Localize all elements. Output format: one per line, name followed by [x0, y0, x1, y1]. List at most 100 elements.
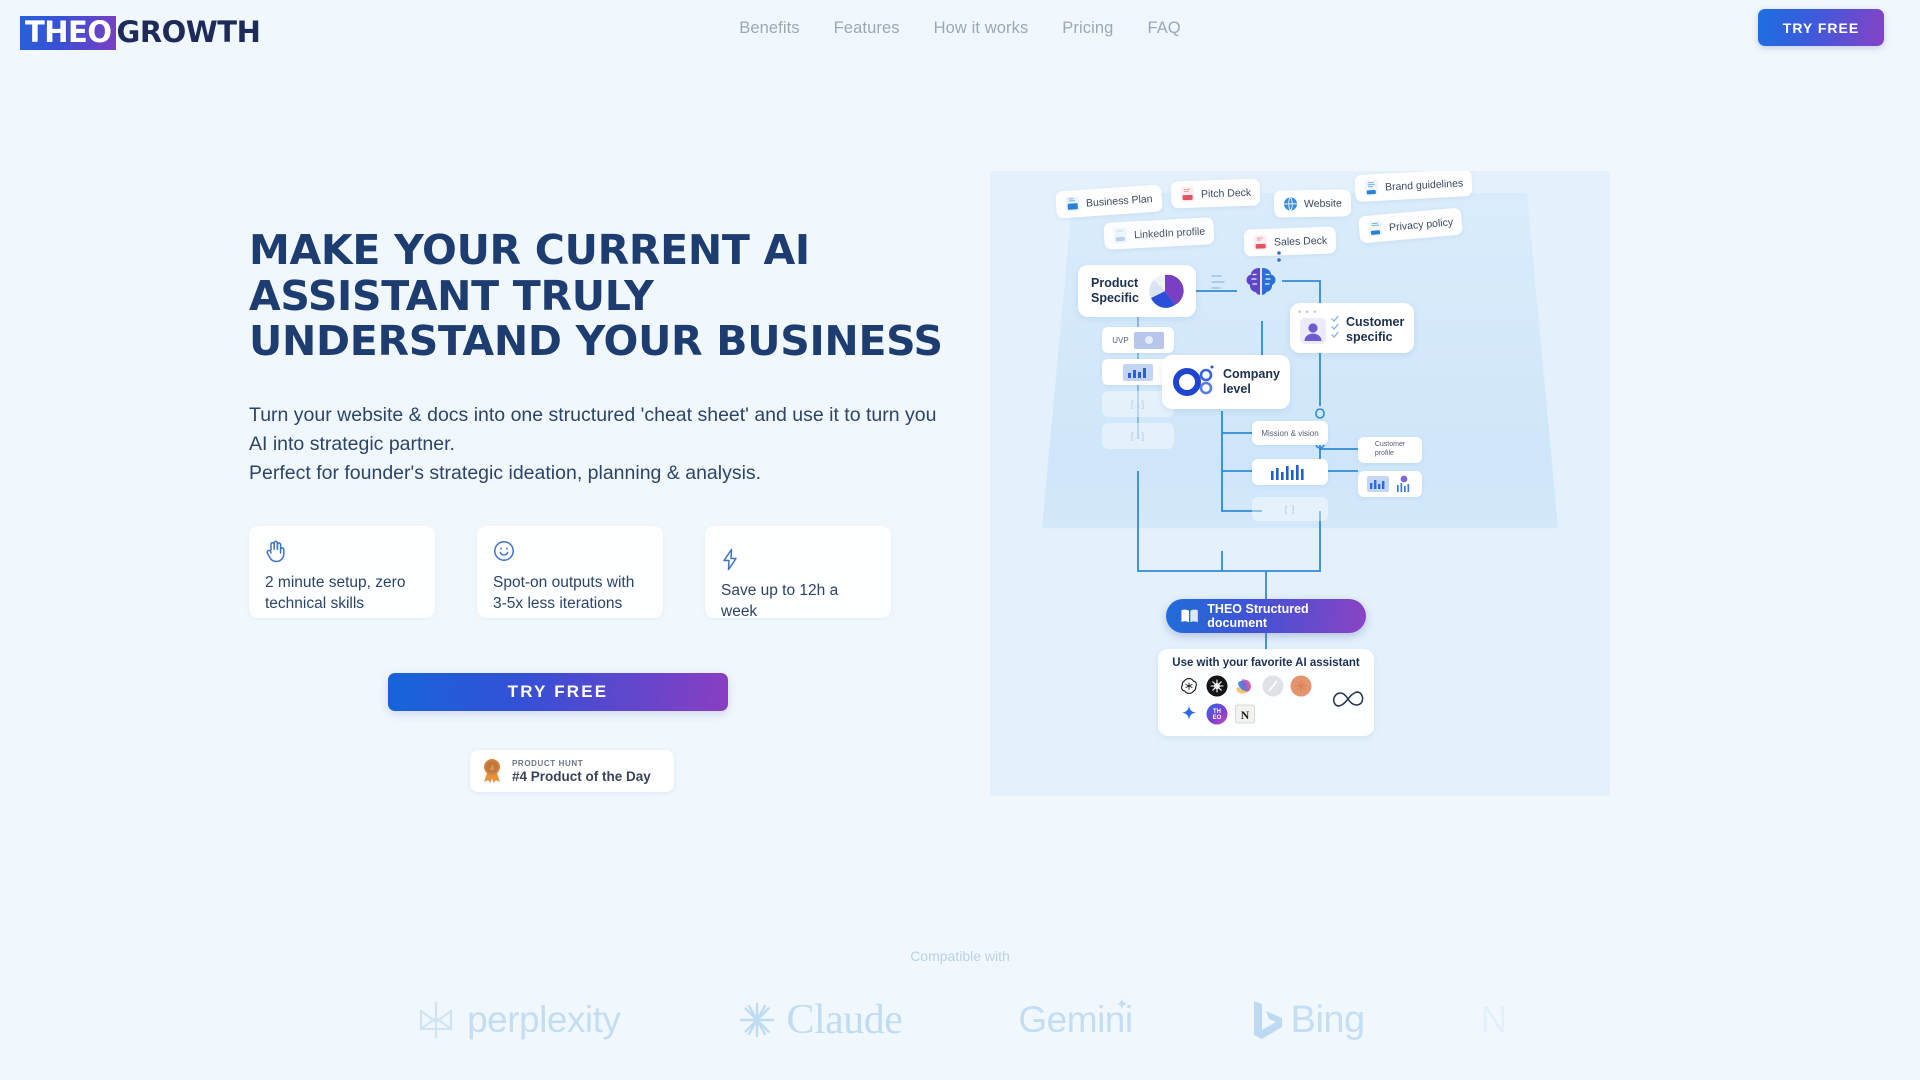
minicard-uvp-label: UVP: [1112, 335, 1129, 345]
feature-card-setup: 2 minute setup, zero technical skills: [249, 526, 435, 618]
compatible-with-label: Compatible with: [910, 948, 1010, 964]
placeholder-label: [..]: [1130, 399, 1145, 409]
minicard-customer-charts[interactable]: [1358, 471, 1422, 497]
logo-partial-offscreen: N: [1480, 999, 1508, 1041]
product-hunt-badge[interactable]: 4 PRODUCT HUNT #4 Product of the Day: [470, 750, 674, 792]
logo-bing: Bing: [1249, 998, 1365, 1042]
logo-gemini: Gemini: [1018, 998, 1133, 1041]
donut-chart-icon: [1173, 365, 1214, 396]
output-label: THEO Structured document: [1207, 602, 1309, 630]
node-company-level[interactable]: Company level: [1162, 355, 1290, 409]
bar-chart-icon: [1123, 363, 1153, 381]
image-placeholder-icon: [1133, 331, 1164, 349]
doc-chip-label: Brand guidelines: [1384, 176, 1464, 193]
page-title: Make your current AI assistant truly und…: [249, 226, 943, 366]
card-menu-dots-icon[interactable]: • • •: [1298, 307, 1317, 317]
openai-icon[interactable]: [1178, 675, 1200, 697]
ai-assistants-panel: Use with your favorite AI assistant TH E…: [1158, 649, 1374, 736]
hero-subtext-line-2: Perfect for founder's strategic ideation…: [249, 462, 762, 485]
doc-chip-label: Pitch Deck: [1200, 186, 1252, 201]
hero-subtext-line-1: Turn your website & docs into one struct…: [249, 404, 937, 456]
copilot-icon[interactable]: [1234, 675, 1256, 697]
doc-chip-website[interactable]: Website: [1273, 189, 1351, 218]
ai-assistants-title: Use with your favorite AI assistant: [1172, 657, 1360, 669]
product-hunt-title: #4 Product of the Day: [512, 768, 651, 784]
theo-icon[interactable]: TH EO: [1206, 703, 1228, 725]
lightning-bolt-icon: [721, 548, 875, 572]
doc-red-icon: [1180, 186, 1195, 203]
open-book-icon: [1181, 609, 1198, 623]
minicard-mission-label: Mission & vision: [1261, 428, 1319, 438]
doc-chip-linkedin-profile[interactable]: LinkedIn profile: [1103, 217, 1215, 250]
minicard-mission-vision[interactable]: Mission & vision: [1252, 421, 1328, 445]
perplexity-logo-icon: [419, 1001, 453, 1039]
feature-card-setup-text: 2 minute setup, zero technical skills: [265, 574, 406, 612]
nav-item-features[interactable]: Features: [834, 19, 900, 38]
claude-logo-icon: [740, 1002, 775, 1038]
placeholder-label: [ ]: [1284, 504, 1296, 514]
doc-red-icon: [1253, 234, 1268, 251]
logo-perplexity-text: perplexity: [467, 999, 621, 1040]
hero-text-column: Make your current AI assistant truly und…: [249, 226, 949, 488]
perplexity-icon[interactable]: [1262, 675, 1284, 697]
node-company-level-label: Company level: [1223, 366, 1280, 396]
minicard-company-chart[interactable]: [1252, 459, 1328, 485]
minicard-company-placeholder: [ ]: [1252, 497, 1328, 521]
gemini-sparkle-icon[interactable]: [1178, 703, 1200, 725]
doc-chip-pitch-deck[interactable]: Pitch Deck: [1170, 178, 1261, 209]
svg-text:N: N: [1241, 708, 1250, 722]
doc-chip-sales-deck[interactable]: Sales Deck: [1243, 226, 1337, 257]
hero-try-free-button[interactable]: TRY FREE: [388, 673, 728, 711]
hero-subtext: Turn your website & docs into one struct…: [249, 401, 949, 488]
gemini-sparkle-icon: [1115, 998, 1128, 1010]
doc-blue-icon: [1065, 196, 1080, 212]
doc-blue-icon: [1364, 179, 1379, 196]
doc-chip-label: Website: [1303, 196, 1342, 210]
medal-ribbon-icon: 4: [484, 759, 500, 783]
claude-orange-icon[interactable]: [1290, 675, 1312, 697]
logo-claude-text: Claude: [786, 997, 903, 1043]
pie-chart-icon: [1148, 274, 1184, 308]
doc-blue-icon: [1368, 220, 1383, 237]
header-try-free-button[interactable]: TRY FREE: [1758, 9, 1884, 46]
node-product-specific[interactable]: Product Specific: [1078, 265, 1196, 317]
compatible-logos-row: perplexity Claude Gemini Bing N: [0, 975, 1920, 1065]
checklist-icon: [1331, 315, 1339, 339]
minicard-customer-profile[interactable]: Customer profile: [1358, 437, 1422, 463]
logo-partial-text: N: [1480, 999, 1508, 1040]
notion-icon[interactable]: N: [1234, 703, 1256, 725]
doc-chip-label: Business Plan: [1085, 192, 1153, 210]
site-header: THEO GROWTH Benefits Features How it wor…: [0, 0, 1920, 68]
feature-card-outputs-text: Spot-on outputs with 3-5x less iteration…: [493, 574, 635, 612]
feature-card-outputs: Spot-on outputs with 3-5x less iteration…: [477, 526, 663, 618]
doc-chip-label: Sales Deck: [1273, 234, 1328, 249]
placeholder-label: [..]: [1130, 431, 1145, 441]
ai-assistants-grid: TH EO N: [1168, 675, 1318, 725]
doc-chip-label: LinkedIn profile: [1133, 225, 1206, 241]
node-product-specific-label: Product Specific: [1091, 275, 1139, 305]
hero-feature-cards: 2 minute setup, zero technical skills Sp…: [249, 526, 891, 620]
minicard-customer-profile-label: Customer profile: [1374, 441, 1406, 457]
output-theo-structured-document[interactable]: THEO Structured document: [1166, 599, 1366, 633]
globe-icon: [1283, 196, 1298, 211]
line-chart-icon: [1396, 475, 1409, 492]
doc-chip-label: Privacy policy: [1388, 215, 1454, 234]
hero-diagram-panel: Business Plan Pitch Deck Website Brand g…: [990, 171, 1610, 796]
bing-logo-icon: [1253, 1001, 1282, 1039]
brain-lines-icon: [1211, 275, 1225, 289]
nav-item-benefits[interactable]: Benefits: [739, 19, 799, 38]
primary-navigation: Benefits Features How it works Pricing F…: [0, 19, 1920, 38]
feature-card-time-saved-text: Save up to 12h a week: [721, 582, 839, 620]
nav-item-pricing[interactable]: Pricing: [1062, 19, 1113, 38]
logo-perplexity: perplexity: [413, 997, 621, 1043]
nav-item-how-it-works[interactable]: How it works: [934, 19, 1029, 38]
infinity-loop-icon[interactable]: [1328, 687, 1368, 711]
diagram-canvas: Business Plan Pitch Deck Website Brand g…: [990, 171, 1610, 796]
nav-item-faq[interactable]: FAQ: [1147, 19, 1180, 38]
anthropic-icon[interactable]: [1206, 675, 1228, 697]
node-customer-specific-label: Customer specific: [1346, 315, 1405, 345]
feature-card-time-saved: Save up to 12h a week: [705, 526, 891, 620]
brain-dots-icon: [1277, 251, 1281, 262]
minicard-uvp[interactable]: UVP: [1102, 327, 1174, 353]
chart-pair-icon: [1366, 476, 1389, 492]
